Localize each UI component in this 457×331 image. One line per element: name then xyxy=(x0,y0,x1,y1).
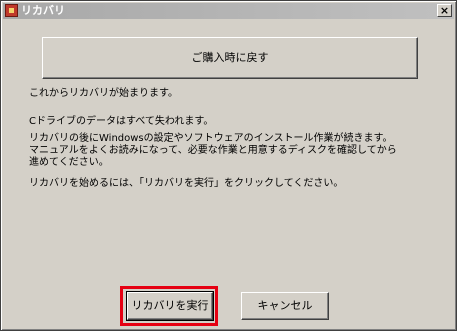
warning-text: Cドライブのデータはすべて失われます。 xyxy=(29,116,214,127)
restore-to-purchase-button[interactable]: ご購入時に戻す xyxy=(42,37,418,79)
close-button[interactable]: × xyxy=(437,4,452,17)
title-bar: リカバリ × xyxy=(3,3,454,19)
run-recovery-button[interactable]: リカバリを実行 xyxy=(127,292,213,320)
start-hint-text: リカバリを始めるには、「リカバリを実行」をクリックしてください。 xyxy=(29,178,344,189)
recovery-dialog: リカバリ × ご購入時に戻す これからリカバリが始まります。 Cドライブのデータ… xyxy=(0,0,457,331)
instructions-text: リカバリの後にWindowsの設定やソフトウェアのインストール作業が続きます。 … xyxy=(29,133,397,168)
app-icon xyxy=(5,4,18,17)
cancel-button[interactable]: キャンセル xyxy=(241,292,329,320)
intro-text: これからリカバリが始まります。 xyxy=(29,88,178,99)
window-title: リカバリ xyxy=(21,4,65,17)
